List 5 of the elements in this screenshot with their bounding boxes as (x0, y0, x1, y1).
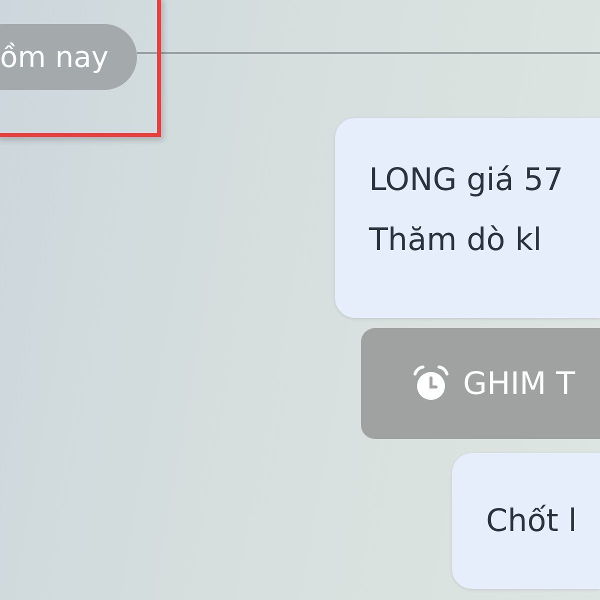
pin-button[interactable]: GHIM T (361, 328, 600, 439)
message-text: Thăm dò kl (369, 221, 543, 260)
date-chip: ồm nay (0, 24, 137, 90)
message-text: LONG giá 57 (369, 161, 564, 200)
message-text: Chốt l (486, 502, 578, 541)
